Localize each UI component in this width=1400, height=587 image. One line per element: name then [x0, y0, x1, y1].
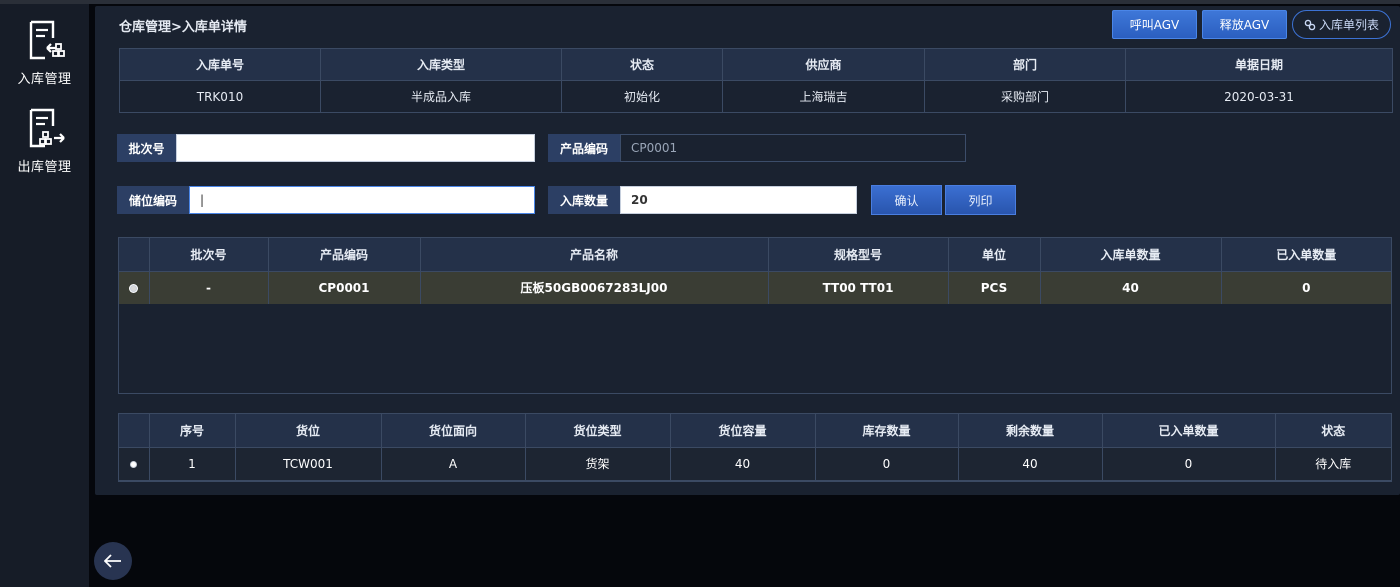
inbound-doc-icon: [29, 20, 65, 60]
sidebar-item-outbound[interactable]: 出库管理: [0, 98, 89, 178]
location-table: 序号 货位 货位面向 货位类型 货位容量 库存数量 剩余数量 已入单数量 状态 …: [119, 414, 1391, 481]
header-cell: 产品编码: [268, 238, 421, 272]
cell-received-qty: 0: [1221, 271, 1391, 304]
quantity-field: 入库数量 20: [548, 186, 857, 214]
arrow-left-icon: [104, 554, 121, 568]
product-table: 批次号 产品编码 产品名称 规格型号 单位 入库单数量 已入单数量 - CP00…: [119, 238, 1391, 304]
header-cell: 货位面向: [381, 414, 526, 448]
row-radio-cell[interactable]: [119, 271, 150, 304]
order-list-label: 入库单列表: [1318, 18, 1379, 32]
product-code-field: 产品编码 CP0001: [548, 134, 966, 162]
header-cell: 单位: [948, 238, 1041, 272]
quantity-input[interactable]: 20: [620, 186, 857, 214]
cell-order-qty: 40: [1040, 271, 1222, 304]
table-row[interactable]: - CP0001 压板50GB0067283LJ00 TT00 TT01 PCS…: [119, 271, 1391, 304]
cell-remaining-qty: 40: [958, 447, 1103, 481]
sidebar-item-label: 出库管理: [17, 160, 72, 175]
header-cell: 已入单数量: [1102, 414, 1276, 448]
breadcrumb: 仓库管理>入库单详情: [119, 20, 247, 35]
sidebar-item-inbound[interactable]: 入库管理: [0, 10, 89, 90]
cell-product-code: CP0001: [268, 271, 421, 304]
cell-location: TCW001: [235, 447, 382, 481]
cell-seq: 1: [149, 447, 236, 481]
sidebar: 入库管理 出库管理: [0, 4, 89, 587]
batch-input[interactable]: [176, 134, 535, 162]
header-cell: [119, 238, 150, 272]
cell-location-type: 货架: [525, 447, 671, 481]
order-info-table: 入库单号 入库类型 状态 供应商 部门 单据日期 TRK010 半成品入库 初始…: [119, 48, 1393, 113]
release-agv-button[interactable]: 释放AGV: [1202, 10, 1287, 39]
location-header-row: 序号 货位 货位面向 货位类型 货位容量 库存数量 剩余数量 已入单数量 状态: [119, 414, 1391, 448]
order-info-row: TRK010 半成品入库 初始化 上海瑞吉 采购部门 2020-03-31: [119, 80, 1393, 113]
header-cell: 已入单数量: [1221, 238, 1391, 272]
header-cell: 规格型号: [768, 238, 949, 272]
print-button[interactable]: 列印: [945, 185, 1016, 215]
cell-product-name: 压板50GB0067283LJ00: [420, 271, 769, 304]
top-strip: [0, 0, 1400, 4]
outbound-doc-icon: [29, 108, 65, 148]
row-radio-cell[interactable]: [119, 447, 150, 481]
header-cell: 货位: [235, 414, 382, 448]
header-cell: 供应商: [722, 48, 925, 81]
batch-field: 批次号: [117, 134, 535, 162]
cell-batch: -: [149, 271, 269, 304]
order-status: 初始化: [561, 80, 723, 113]
header-cell: 单据日期: [1125, 48, 1393, 81]
order-list-button[interactable]: 入库单列表: [1292, 10, 1391, 39]
order-number: TRK010: [119, 80, 321, 113]
back-button[interactable]: [94, 542, 132, 580]
header-cell: 批次号: [149, 238, 269, 272]
header-cell: 序号: [149, 414, 236, 448]
cell-status: 待入库: [1275, 447, 1391, 481]
header-cell: 货位容量: [670, 414, 816, 448]
location-input[interactable]: |: [189, 186, 535, 214]
order-info-header: 入库单号 入库类型 状态 供应商 部门 单据日期: [119, 48, 1393, 81]
header-cell: 产品名称: [420, 238, 769, 272]
header-cell: 入库类型: [320, 48, 562, 81]
header-cell: 库存数量: [815, 414, 959, 448]
header-cell: 货位类型: [525, 414, 671, 448]
product-grid: 批次号 产品编码 产品名称 规格型号 单位 入库单数量 已入单数量 - CP00…: [118, 237, 1392, 394]
header-cell: 剩余数量: [958, 414, 1103, 448]
link-icon: [1304, 19, 1316, 30]
order-supplier: 上海瑞吉: [722, 80, 925, 113]
header-cell: [119, 414, 150, 448]
cell-stock-qty: 0: [815, 447, 959, 481]
quantity-label: 入库数量: [548, 186, 620, 214]
header-cell: 部门: [924, 48, 1126, 81]
location-field: 储位编码 |: [117, 186, 535, 214]
sidebar-item-label: 入库管理: [17, 72, 72, 87]
product-code-label: 产品编码: [548, 134, 620, 162]
batch-label: 批次号: [117, 134, 176, 162]
cell-facing: A: [381, 447, 526, 481]
order-department: 采购部门: [924, 80, 1126, 113]
header-cell: 入库单数量: [1040, 238, 1222, 272]
location-grid: 序号 货位 货位面向 货位类型 货位容量 库存数量 剩余数量 已入单数量 状态 …: [118, 413, 1392, 482]
order-date: 2020-03-31: [1125, 80, 1393, 113]
table-row[interactable]: 1 TCW001 A 货架 40 0 40 0 待入库: [119, 447, 1391, 481]
cell-capacity: 40: [670, 447, 816, 481]
order-type: 半成品入库: [320, 80, 562, 113]
header-cell: 状态: [1275, 414, 1391, 448]
confirm-button[interactable]: 确认: [871, 185, 942, 215]
radio-icon[interactable]: [130, 460, 138, 468]
cell-spec: TT00 TT01: [768, 271, 949, 304]
location-label: 储位编码: [117, 186, 189, 214]
cell-unit: PCS: [948, 271, 1041, 304]
cell-received-qty: 0: [1102, 447, 1276, 481]
product-header-row: 批次号 产品编码 产品名称 规格型号 单位 入库单数量 已入单数量: [119, 238, 1391, 272]
product-code-input[interactable]: CP0001: [620, 134, 966, 162]
radio-selected-icon[interactable]: [130, 284, 138, 292]
main-panel: 仓库管理>入库单详情 呼叫AGV 释放AGV 入库单列表 入库单号 入库类型 状…: [95, 6, 1400, 495]
call-agv-button[interactable]: 呼叫AGV: [1112, 10, 1197, 39]
header-cell: 入库单号: [119, 48, 321, 81]
header-cell: 状态: [561, 48, 723, 81]
